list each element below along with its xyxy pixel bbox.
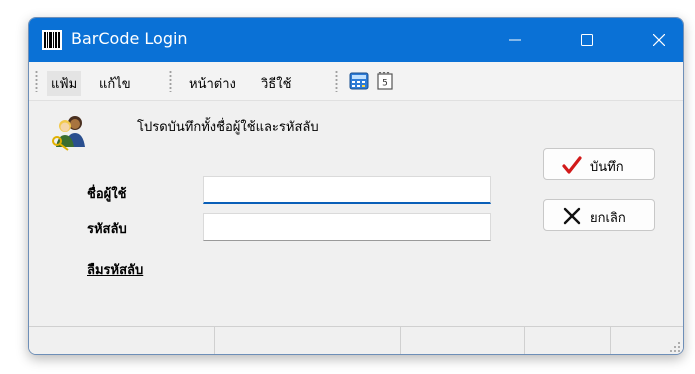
title-bar[interactable]: BarCode Login <box>29 18 683 62</box>
password-label: รหัสลับ <box>87 222 127 237</box>
toolbar-grip[interactable] <box>169 70 172 92</box>
maximize-button[interactable] <box>563 18 611 62</box>
toolbar-grip[interactable] <box>335 70 338 92</box>
checkmark-icon <box>562 156 582 174</box>
username-label: ชื่อผู้ใช้ <box>87 187 127 202</box>
menu-bar: แฟ้ม แก้ไข หน้าต่าง วิธีใช้ 5 <box>29 62 683 101</box>
x-icon <box>563 207 581 225</box>
menu-file[interactable]: แฟ้ม <box>47 71 82 96</box>
status-pane <box>401 327 525 354</box>
maximize-icon <box>581 34 593 46</box>
menu-edit[interactable]: แก้ไข <box>95 71 135 96</box>
login-window: BarCode Login แฟ้ม แก้ไข หน้าต่าง วิธีใช… <box>28 17 684 355</box>
barcode-icon <box>42 30 62 50</box>
resize-grip-icon[interactable] <box>669 341 681 353</box>
users-keys-icon <box>52 116 85 151</box>
save-button-label: บันทึก <box>590 160 624 175</box>
window-title: BarCode Login <box>71 29 188 48</box>
cancel-button-label: ยกเลิก <box>590 211 626 226</box>
status-bar <box>29 326 683 354</box>
login-prompt: โปรดบันทึกทั้งชื่อผู้ใช้และรหัสลับ <box>137 120 319 135</box>
status-pane <box>525 327 611 354</box>
status-pane <box>215 327 401 354</box>
calendar-icon[interactable]: 5 <box>375 72 395 90</box>
close-icon <box>653 34 665 46</box>
calculator-icon[interactable] <box>349 72 369 90</box>
menu-window[interactable]: หน้าต่าง <box>185 71 240 96</box>
cancel-button[interactable]: ยกเลิก <box>543 199 655 231</box>
toolbar-grip[interactable] <box>35 70 38 92</box>
minimize-button[interactable] <box>491 18 539 62</box>
close-button[interactable] <box>635 18 683 62</box>
menu-help[interactable]: วิธีใช้ <box>257 71 295 96</box>
username-field[interactable] <box>203 176 491 204</box>
svg-text:5: 5 <box>382 79 388 89</box>
login-form: โปรดบันทึกทั้งชื่อผู้ใช้และรหัสลับ ชื่อผ… <box>29 101 683 326</box>
save-button[interactable]: บันทึก <box>543 148 655 180</box>
password-field[interactable] <box>203 213 491 241</box>
minimize-icon <box>509 39 521 41</box>
status-pane <box>29 327 215 354</box>
forgot-password-link[interactable]: ลืมรหัสลับ <box>87 259 143 280</box>
